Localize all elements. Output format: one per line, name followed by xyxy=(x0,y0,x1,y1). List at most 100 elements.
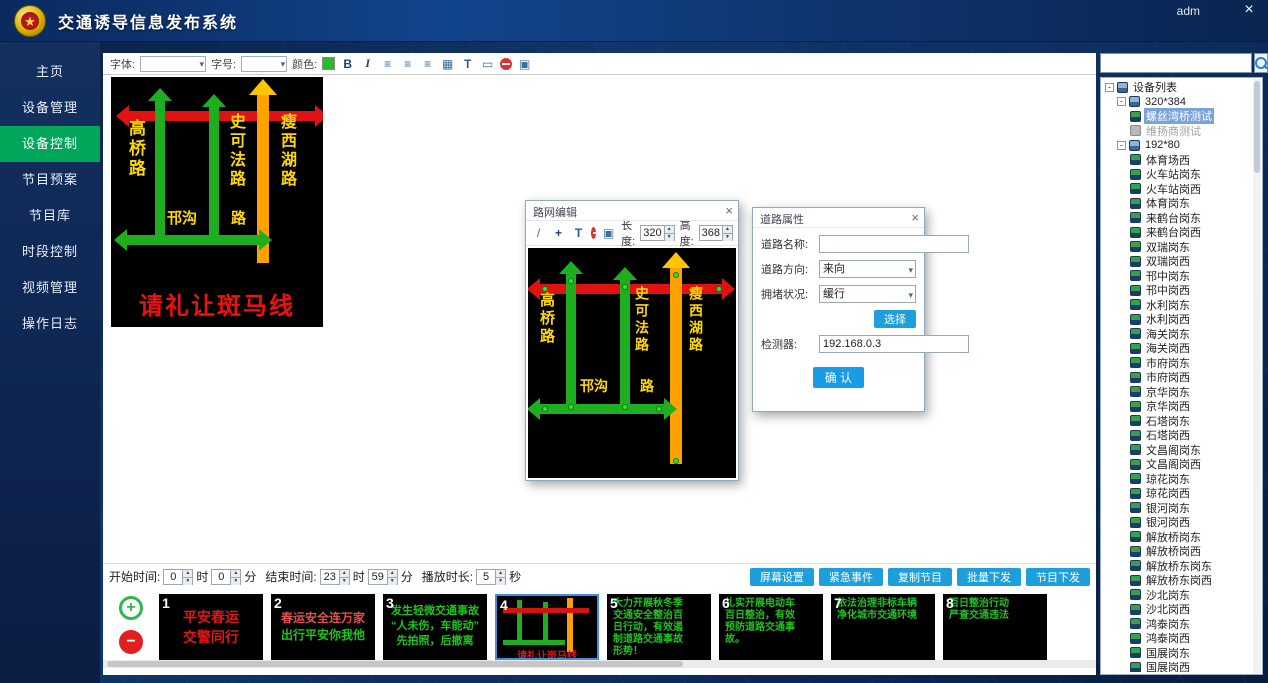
collapse-icon[interactable]: - xyxy=(1117,141,1126,150)
device-node[interactable]: - 来鹤台岗东 xyxy=(1103,211,1253,226)
remove-program-button[interactable]: − xyxy=(119,630,143,654)
save-icon[interactable]: ▣ xyxy=(517,57,532,71)
logged-in-user[interactable]: adm xyxy=(1177,4,1200,18)
road-network-canvas[interactable]: 高桥路 史可法路 瘦西湖路 邗沟 路 xyxy=(528,248,736,478)
device-node[interactable]: - 鸿泰岗东 xyxy=(1103,617,1253,632)
spin-up-icon[interactable]: ▲ xyxy=(723,226,732,233)
save-icon[interactable]: ▣ xyxy=(601,226,616,240)
device-node[interactable]: - 沙北岗东 xyxy=(1103,588,1253,603)
close-icon[interactable]: × xyxy=(725,203,733,218)
dialog-titlebar[interactable]: 道路属性 × xyxy=(753,208,924,228)
device-node[interactable]: - 192*80 xyxy=(1103,138,1253,153)
color-swatch[interactable] xyxy=(322,57,335,70)
sidebar-item[interactable]: 节目库 xyxy=(0,198,100,234)
device-node[interactable]: - 解放桥东岗西 xyxy=(1103,573,1253,588)
close-icon[interactable]: × xyxy=(911,210,919,225)
device-node[interactable]: - 火车站岗西 xyxy=(1103,182,1253,197)
dialog-titlebar[interactable]: 路网编辑 × xyxy=(526,201,738,221)
device-node[interactable]: - 邗中岗东 xyxy=(1103,269,1253,284)
insert-text-icon[interactable]: T xyxy=(460,57,475,71)
align-left-icon[interactable]: ≡ xyxy=(380,57,395,71)
text-tool-icon[interactable]: T xyxy=(571,226,586,240)
device-node[interactable]: - 体育场西 xyxy=(1103,153,1253,168)
program-thumbnail[interactable]: 4 请礼让斑马线 xyxy=(495,594,599,660)
control-point[interactable] xyxy=(542,406,548,412)
program-thumbnail[interactable]: 2 春运安全连万家 出行平安你我他 xyxy=(271,594,375,660)
device-node[interactable]: - 海关岗西 xyxy=(1103,341,1253,356)
spin-down-icon[interactable]: ▼ xyxy=(723,233,732,241)
spin-down-icon[interactable]: ▼ xyxy=(340,577,349,585)
device-node[interactable]: - 解放桥岗东 xyxy=(1103,530,1253,545)
scrollbar-thumb[interactable] xyxy=(1254,81,1260,173)
collapse-icon[interactable]: - xyxy=(1117,97,1126,106)
sidebar-item[interactable]: 主页 xyxy=(0,54,100,90)
spin-up-icon[interactable]: ▲ xyxy=(231,570,240,577)
control-point[interactable] xyxy=(622,284,628,290)
sidebar-item[interactable]: 设备控制 xyxy=(0,126,100,162)
delete-icon[interactable] xyxy=(591,227,596,239)
align-right-icon[interactable]: ≡ xyxy=(420,57,435,71)
control-point[interactable] xyxy=(673,458,679,464)
add-program-button[interactable]: + xyxy=(119,596,143,620)
device-node[interactable]: - 鸿泰岗西 xyxy=(1103,631,1253,646)
device-node[interactable]: - 文昌阁岗东 xyxy=(1103,443,1253,458)
program-thumbnail[interactable]: 8 百日整治行动 严查交通违法 xyxy=(943,594,1047,660)
device-node[interactable]: - 市府岗东 xyxy=(1103,356,1253,371)
action-button[interactable]: 节目下发 xyxy=(1026,568,1090,586)
sign-preview-canvas[interactable]: 高桥路 史可法路 瘦西湖路 邗沟 路 请礼让斑马线 xyxy=(111,77,323,327)
device-node[interactable]: - 解放桥东岗东 xyxy=(1103,559,1253,574)
device-node[interactable]: - 火车站岗东 xyxy=(1103,167,1253,182)
spin-down-icon[interactable]: ▼ xyxy=(388,577,397,585)
control-point[interactable] xyxy=(568,278,574,284)
device-search-input[interactable] xyxy=(1100,53,1252,73)
device-node[interactable]: - 京华岗东 xyxy=(1103,385,1253,400)
control-point[interactable] xyxy=(673,272,679,278)
device-node[interactable]: - 市府岗西 xyxy=(1103,370,1253,385)
device-node[interactable]: - 邗中岗西 xyxy=(1103,283,1253,298)
device-node[interactable]: - 京华岗西 xyxy=(1103,399,1253,414)
program-thumbnail[interactable]: 3 发生轻微交通事故 “人未伤，车能动” 先拍照，后撤离 xyxy=(383,594,487,660)
spin-up-icon[interactable]: ▲ xyxy=(496,570,505,577)
device-node[interactable]: - 螺丝湾桥测试 xyxy=(1103,109,1253,124)
action-button[interactable]: 屏幕设置 xyxy=(750,568,814,586)
control-point[interactable] xyxy=(716,286,722,292)
device-node[interactable]: - 体育岗东 xyxy=(1103,196,1253,211)
device-node[interactable]: - 解放桥岗西 xyxy=(1103,544,1253,559)
sidebar-item[interactable]: 设备管理 xyxy=(0,90,100,126)
search-button[interactable] xyxy=(1254,53,1268,73)
delete-icon[interactable] xyxy=(500,58,512,70)
program-thumbnail[interactable]: 5 大力开展秋冬季 交通安全整治百 日行动，有效遏 制道路交通事故 形势！ xyxy=(607,594,711,660)
device-node[interactable]: - 文昌阁岗西 xyxy=(1103,457,1253,472)
device-node[interactable]: - 石塔岗东 xyxy=(1103,414,1253,429)
device-node[interactable]: - 石塔岗西 xyxy=(1103,428,1253,443)
device-node[interactable]: - 水利岗西 xyxy=(1103,312,1253,327)
font-size-select[interactable]: ▾ xyxy=(241,56,287,72)
sidebar-item[interactable]: 时段控制 xyxy=(0,234,100,270)
action-button[interactable]: 批量下发 xyxy=(957,568,1021,586)
device-node[interactable]: - 双瑞岗西 xyxy=(1103,254,1253,269)
select-button[interactable]: 选择 xyxy=(874,310,916,328)
confirm-button[interactable]: 确 认 xyxy=(813,367,864,388)
road-direction-select[interactable]: 来向 ▾ xyxy=(819,260,916,278)
control-point[interactable] xyxy=(622,404,628,410)
end-hour-spinner[interactable]: 23 ▲▼ xyxy=(320,569,350,585)
align-center-icon[interactable]: ≡ xyxy=(400,57,415,71)
program-thumbnail[interactable]: 6 扎实开展电动车 百日整治，有效 预防道路交通事 故。 xyxy=(719,594,823,660)
start-hour-spinner[interactable]: 0 ▲▼ xyxy=(163,569,193,585)
device-node[interactable]: - 银河岗西 xyxy=(1103,515,1253,530)
device-node[interactable]: - 维扬商测试 xyxy=(1103,124,1253,139)
action-button[interactable]: 紧急事件 xyxy=(819,568,883,586)
sidebar-item[interactable]: 视频管理 xyxy=(0,270,100,306)
sidebar-item[interactable]: 节目预案 xyxy=(0,162,100,198)
program-thumbnail[interactable]: 7 依法治理非标车辆 净化城市交通环境 xyxy=(831,594,935,660)
detector-input[interactable] xyxy=(819,335,969,353)
device-node[interactable]: - 银河岗东 xyxy=(1103,501,1253,516)
play-duration-spinner[interactable]: 5 ▲▼ xyxy=(476,569,506,585)
window-close-icon[interactable]: × xyxy=(1240,2,1258,18)
spin-down-icon[interactable]: ▼ xyxy=(183,577,192,585)
device-node[interactable]: - 海关岗东 xyxy=(1103,327,1253,342)
device-node[interactable]: - 国展岗西 xyxy=(1103,660,1253,672)
scrollbar-thumb[interactable] xyxy=(107,661,683,667)
spin-up-icon[interactable]: ▲ xyxy=(388,570,397,577)
control-point[interactable] xyxy=(568,404,574,410)
